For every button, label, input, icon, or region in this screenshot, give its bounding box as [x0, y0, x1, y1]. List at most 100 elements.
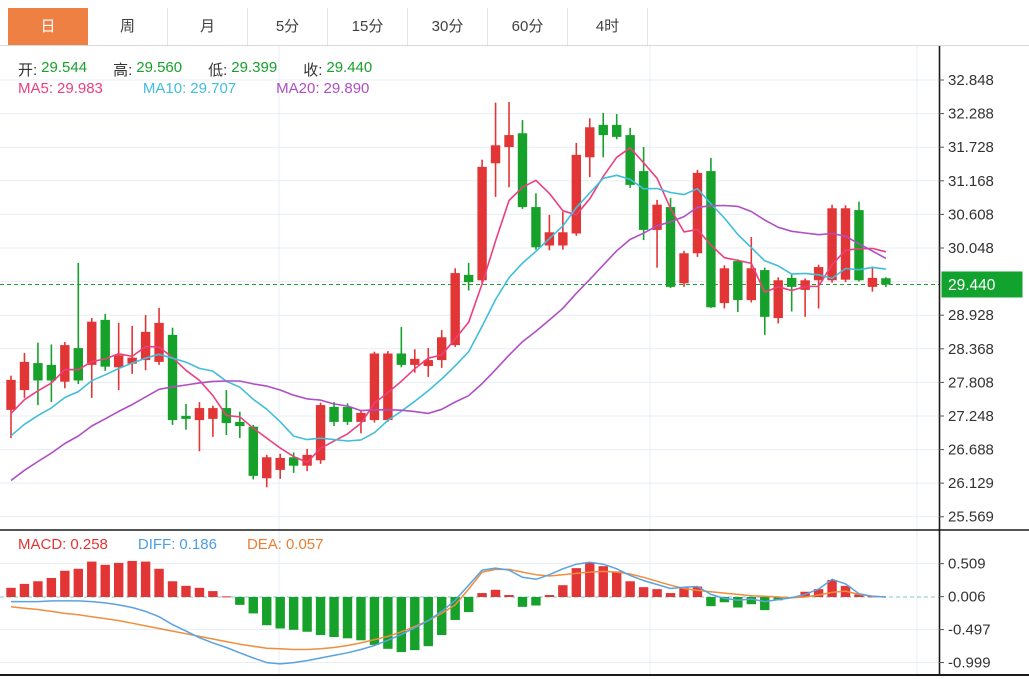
- candle-body: [612, 124, 622, 137]
- macd-bar: [329, 597, 339, 638]
- tab-daily[interactable]: 日: [8, 8, 88, 45]
- macd-bar: [585, 562, 595, 597]
- candle-body: [692, 172, 703, 254]
- candle-body: [733, 261, 743, 301]
- ma-readout: MA5: 29.983 MA10: 29.707 MA20: 29.890: [18, 80, 369, 97]
- axis-tick-label: -0.497: [948, 622, 991, 639]
- diff-value: 0.186: [179, 536, 217, 553]
- macd-bar: [87, 561, 97, 597]
- candle-body: [679, 253, 689, 284]
- tab-15min[interactable]: 15分: [328, 8, 408, 45]
- tab-4hour[interactable]: 4时: [568, 8, 648, 45]
- macd-bar: [235, 597, 245, 605]
- candle-body: [598, 124, 608, 136]
- macd-bar: [60, 570, 70, 597]
- tab-monthly[interactable]: 月: [168, 8, 248, 45]
- low-value: 29.399: [231, 59, 278, 76]
- axis-tick-label: 30.048: [948, 240, 994, 257]
- axis-tick-label: 0.006: [948, 589, 986, 606]
- candle-body: [275, 457, 285, 470]
- macd-readout: MACD: 0.258 DIFF: 0.186 DEA: 0.057: [18, 536, 324, 553]
- tab-weekly[interactable]: 周: [88, 8, 168, 45]
- macd-bar: [208, 591, 218, 597]
- candle-body: [437, 337, 447, 361]
- macd-bar: [746, 597, 756, 605]
- axis-tick-label: 28.368: [948, 341, 994, 358]
- macd-histogram: [6, 560, 878, 653]
- candle-body: [60, 345, 70, 382]
- ohlc-readout: 开: 29.544 高: 29.560 低: 29.399 收: 29.440: [18, 59, 372, 80]
- candle-body: [46, 364, 57, 381]
- macd-gridlines: [0, 563, 939, 664]
- candle-body: [638, 171, 649, 230]
- candle-body: [181, 415, 191, 419]
- chart-area: 32.848 32.288 31.728 31.168 30.608 30.048 28.9…: [0, 46, 1029, 679]
- dea-value-readout: DEA: 0.057: [247, 536, 324, 553]
- axis-tick-label: 27.248: [948, 408, 994, 425]
- macd-bar: [531, 597, 541, 606]
- candle-body: [396, 353, 407, 365]
- candle-body: [517, 133, 528, 208]
- macd-bar: [652, 589, 662, 597]
- close-value: 29.440: [326, 59, 373, 76]
- axis-tick-label: 27.808: [948, 374, 994, 391]
- ma10-readout: MA10: 29.707: [143, 80, 236, 97]
- macd-bar: [665, 593, 676, 597]
- macd-bar: [733, 597, 743, 608]
- macd-bar: [46, 577, 57, 597]
- candle-body: [208, 408, 218, 419]
- tab-5min[interactable]: 5分: [248, 8, 328, 45]
- candle-body: [719, 268, 730, 304]
- axis-tick-label: 31.728: [948, 139, 994, 156]
- macd-bar: [154, 568, 164, 597]
- candle-body: [463, 274, 474, 283]
- candle-body: [881, 278, 891, 285]
- macd-bar: [638, 587, 649, 597]
- macd-bar: [544, 595, 555, 597]
- ma5-readout: MA5: 29.983: [18, 80, 103, 97]
- ma5-value: 29.983: [57, 80, 103, 97]
- macd-bar: [194, 587, 205, 597]
- candlestick-macd-chart[interactable]: 32.848 32.288 31.728 31.168 30.608 30.048 28.9…: [0, 46, 1029, 679]
- macd-bar: [167, 581, 178, 597]
- close-label: 收:: [303, 62, 323, 79]
- macd-bar: [369, 597, 380, 645]
- candle-body: [706, 171, 716, 308]
- candle-body: [113, 355, 124, 368]
- price-axis-labels: 32.848 32.288 31.728 31.168 30.608 30.048 28.9…: [939, 72, 994, 526]
- macd-bar: [490, 589, 501, 597]
- axis-tick-label: 25.569: [948, 509, 994, 526]
- macd-bar: [262, 597, 272, 626]
- axis-tick-label: 30.608: [948, 206, 994, 223]
- candle-body: [571, 154, 582, 234]
- diff-label: DIFF:: [137, 536, 176, 553]
- candle-body: [410, 358, 420, 365]
- macd-bar: [33, 581, 43, 597]
- axis-tick-label: 26.688: [948, 442, 994, 459]
- diff-value-readout: DIFF: 0.186: [138, 536, 217, 553]
- candles-layer: [6, 102, 891, 488]
- macd-bar: [760, 597, 770, 611]
- close-readout: 收: 29.440: [303, 59, 372, 80]
- candle-body: [625, 135, 635, 185]
- tab-60min[interactable]: 60分: [488, 8, 568, 45]
- candle-body: [760, 270, 770, 317]
- ma5-label: MA5:: [18, 80, 54, 97]
- macd-bar: [558, 585, 568, 597]
- candle-body: [342, 406, 353, 422]
- tab-30min[interactable]: 30分: [408, 8, 488, 45]
- macd-bar: [706, 597, 716, 607]
- macd-bar: [6, 587, 16, 597]
- candle-body: [504, 135, 514, 148]
- ma20-value: 29.890: [323, 80, 370, 97]
- candle-body: [490, 145, 501, 164]
- candle-body: [477, 166, 487, 281]
- macd-value: 0.258: [70, 536, 108, 553]
- candle-body: [33, 363, 43, 381]
- macd-bar: [517, 597, 528, 607]
- macd-bar: [275, 597, 285, 629]
- high-value: 29.560: [136, 59, 183, 76]
- macd-bar: [288, 597, 299, 630]
- axis-tick-label: 32.848: [948, 72, 994, 89]
- candle-body: [665, 207, 676, 287]
